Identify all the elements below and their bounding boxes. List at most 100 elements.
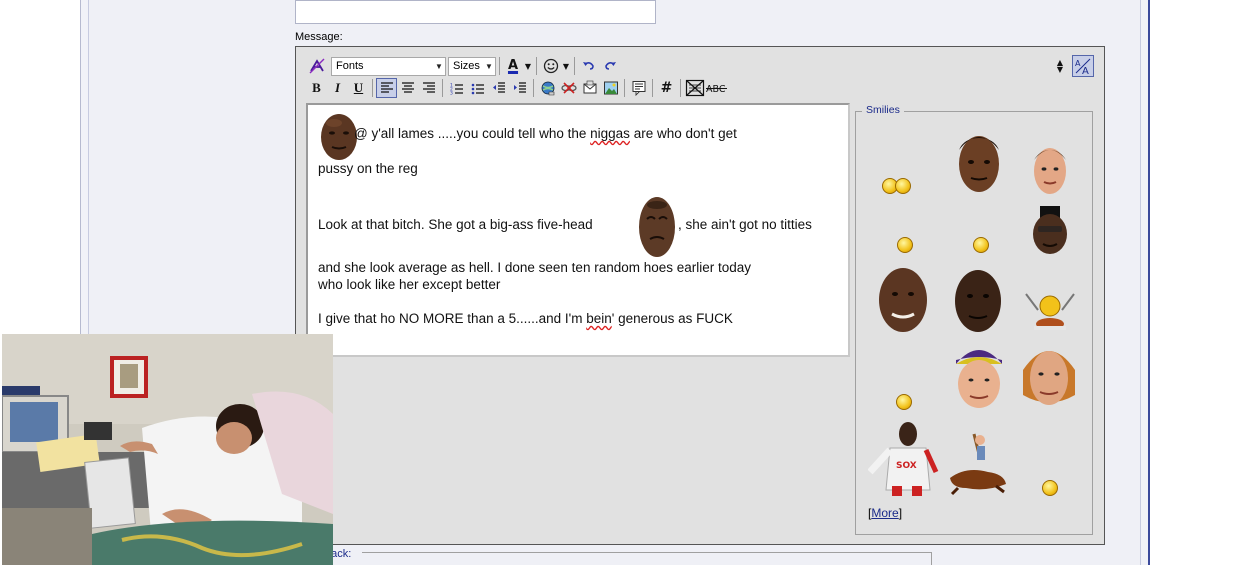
message-line-6: I give that ho NO MORE than a 5......and… — [318, 311, 733, 326]
align-right-icon — [422, 82, 435, 93]
align-left-button[interactable] — [376, 78, 397, 98]
resize-editor-button[interactable]: ▲ ▼ — [1052, 56, 1068, 76]
size-select-value: Sizes — [453, 60, 480, 72]
smilie-baseball-player[interactable]: SOX — [868, 420, 940, 498]
smilie-face-2[interactable] — [1030, 142, 1070, 196]
toolbar-separator — [536, 57, 537, 75]
toolbar-separator — [499, 57, 500, 75]
message-line-3-start: Look at that bitch. She got a big-ass fi… — [318, 217, 593, 232]
smilie-smile[interactable] — [897, 237, 913, 253]
remove-format-button[interactable] — [306, 56, 327, 76]
toolbar-separator — [652, 79, 653, 97]
unordered-list-button[interactable] — [467, 78, 488, 98]
hug-smilie-icon — [895, 178, 911, 194]
strikethrough-button[interactable]: ABC — [705, 78, 729, 98]
email-icon — [583, 80, 596, 94]
smilie-face-1[interactable] — [954, 128, 1004, 196]
svg-text:3: 3 — [450, 90, 453, 95]
indent-icon — [513, 81, 526, 93]
more-smilies: [More] — [868, 506, 902, 520]
smilie-face-6[interactable] — [952, 340, 1006, 410]
misspelled-word: bein — [586, 311, 612, 326]
chevron-down-icon: ▼ — [435, 61, 443, 71]
font-select[interactable]: Fonts ▼ — [331, 56, 446, 76]
misspelled-word: niggas — [590, 126, 630, 141]
insert-link-button[interactable] — [537, 78, 558, 98]
switch-mode-icon: AA — [1075, 58, 1091, 75]
undo-icon — [582, 62, 594, 70]
more-bracket: ] — [898, 506, 903, 520]
quote-icon — [632, 81, 645, 96]
unordered-list-icon — [471, 83, 484, 94]
message-line-5: who look like her except better — [318, 277, 501, 292]
text-color-icon: A — [507, 58, 519, 73]
smiley-dropdown[interactable]: ▼ — [561, 56, 571, 76]
redo-button[interactable] — [599, 56, 620, 76]
outdent-icon — [492, 81, 505, 93]
size-select[interactable]: Sizes ▼ — [448, 56, 496, 76]
svg-text:A: A — [1082, 66, 1089, 75]
toolbar-row-1: Fonts ▼ Sizes ▼ A ▼ ▼ — [306, 56, 620, 76]
smilie-face-3[interactable] — [1030, 206, 1070, 256]
toolbar-separator — [533, 79, 534, 97]
message-line-1: @ y'all lames .....you could tell who th… — [354, 126, 737, 141]
wrap-code-button[interactable]: # — [656, 78, 677, 98]
message-text: I give that ho NO MORE than a 5......and… — [318, 311, 587, 326]
chevron-down-icon: ▼ — [485, 61, 493, 71]
arrow-down-icon: ▼ — [1056, 65, 1064, 74]
smilie-dead-horse[interactable] — [946, 432, 1008, 496]
smilie-face-7[interactable] — [1020, 340, 1078, 410]
undo-button[interactable] — [578, 56, 599, 76]
svg-text:SOX: SOX — [896, 461, 917, 471]
strikethrough-icon: ABC — [706, 84, 727, 94]
indent-button[interactable] — [509, 78, 530, 98]
toolbar-separator — [574, 57, 575, 75]
font-select-value: Fonts — [336, 60, 364, 72]
smilie-thumbs-up[interactable] — [973, 237, 989, 253]
smilie-face-5[interactable] — [952, 266, 1004, 334]
text-color-dropdown[interactable]: ▼ — [523, 56, 533, 76]
toolbar-separator — [624, 79, 625, 97]
message-textarea[interactable]: @ y'all lames .....you could tell who th… — [306, 103, 850, 357]
jayz-face-smilie — [639, 197, 675, 257]
smilie-confused[interactable] — [896, 394, 912, 410]
align-center-icon — [401, 82, 414, 93]
wysiwyg-editor: Fonts ▼ Sizes ▼ A ▼ ▼ ▲ ▼ AA B I U 1 2 3… — [295, 46, 1105, 545]
redo-icon — [604, 62, 616, 70]
more-smilies-link[interactable]: More — [871, 506, 898, 520]
strike-box-icon — [685, 79, 704, 97]
smiley-icon — [543, 58, 558, 74]
smilie-feast[interactable] — [1024, 290, 1076, 334]
overlay-photo — [2, 334, 333, 565]
ordered-list-icon: 123 — [450, 82, 463, 95]
strike-box-button[interactable] — [684, 78, 705, 98]
message-line-3-end: , she ain't got no titties — [678, 217, 812, 232]
align-left-icon — [380, 82, 393, 93]
insert-image-button[interactable] — [600, 78, 621, 98]
insert-quote-button[interactable] — [628, 78, 649, 98]
text-color-button[interactable]: A — [503, 56, 523, 76]
globe-link-icon — [541, 81, 554, 96]
smilie-face-4[interactable] — [876, 264, 930, 334]
outdent-button[interactable] — [488, 78, 509, 98]
smilie-sleepy[interactable] — [1042, 480, 1058, 496]
italic-button[interactable]: I — [327, 78, 348, 98]
insert-email-button[interactable] — [579, 78, 600, 98]
title-input[interactable] — [295, 0, 656, 24]
image-icon — [603, 81, 618, 95]
unlink-icon — [560, 82, 577, 94]
bold-button[interactable]: B — [306, 78, 327, 98]
trackback-fieldset — [362, 552, 932, 565]
align-right-button[interactable] — [418, 78, 439, 98]
toolbar-row-2: B I U 123 # ABC — [306, 78, 729, 98]
smiley-button[interactable] — [540, 56, 561, 76]
message-label: Message: — [295, 31, 343, 43]
remove-format-icon — [309, 58, 324, 74]
align-center-button[interactable] — [397, 78, 418, 98]
remove-link-button[interactable] — [558, 78, 579, 98]
ordered-list-button[interactable]: 123 — [446, 78, 467, 98]
smilies-panel: Smilies SOX [More] — [855, 104, 1093, 535]
underline-button[interactable]: U — [348, 78, 369, 98]
toolbar-separator — [680, 79, 681, 97]
switch-editor-mode-button[interactable]: AA — [1072, 55, 1094, 77]
